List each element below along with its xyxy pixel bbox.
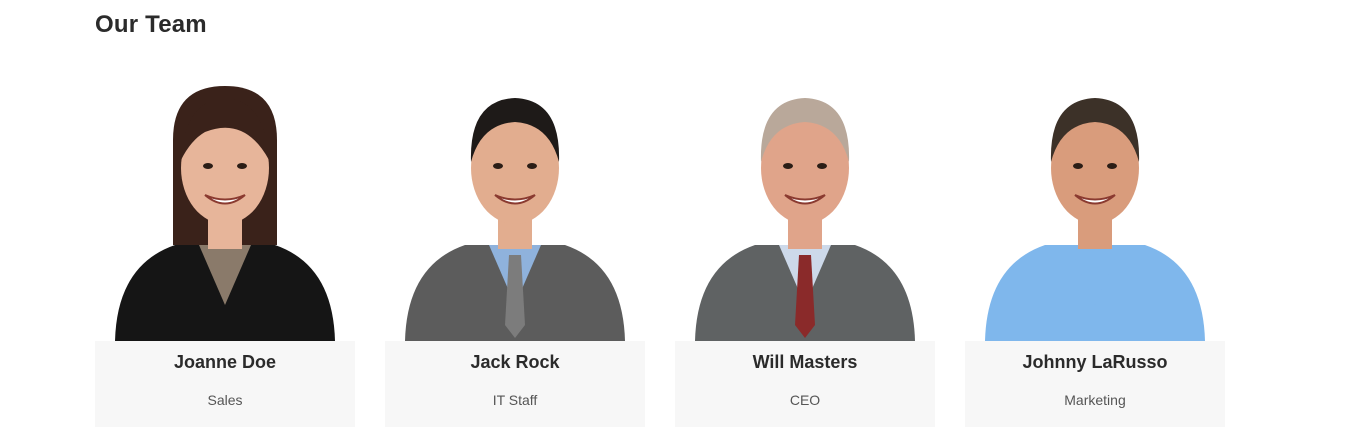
- member-photo: [385, 80, 645, 341]
- eye: [817, 163, 827, 169]
- member-photo: [965, 80, 1225, 341]
- member-photo: [95, 80, 355, 341]
- eye: [1107, 163, 1117, 169]
- eye: [493, 163, 503, 169]
- eye: [1073, 163, 1083, 169]
- member-role: Marketing: [1064, 392, 1126, 408]
- eye: [237, 163, 247, 169]
- team-grid: Joanne Doe Sales Jack Rock IT Staff Will…: [95, 80, 1225, 427]
- team-member-card[interactable]: Jack Rock IT Staff: [385, 80, 645, 427]
- team-member-card[interactable]: Will Masters CEO: [675, 80, 935, 427]
- member-name: Jack Rock: [470, 352, 560, 372]
- eye: [783, 163, 793, 169]
- member-name: Will Masters: [752, 352, 858, 372]
- portrait-image: [405, 98, 625, 341]
- portrait-image: [115, 86, 335, 341]
- eye: [527, 163, 537, 169]
- member-name: Johnny LaRusso: [1022, 352, 1168, 372]
- member-name: Joanne Doe: [173, 352, 277, 372]
- eye: [203, 163, 213, 169]
- member-info: Joanne Doe Sales: [95, 341, 355, 427]
- member-info: Jack Rock IT Staff: [385, 341, 645, 427]
- section-title: Our Team: [95, 11, 207, 38]
- member-info: Johnny LaRusso Marketing: [965, 341, 1225, 427]
- member-role: CEO: [789, 392, 821, 408]
- member-role: Sales: [207, 392, 243, 408]
- team-member-card[interactable]: Joanne Doe Sales: [95, 80, 355, 427]
- member-photo: [675, 80, 935, 341]
- member-info: Will Masters CEO: [675, 341, 935, 427]
- team-member-card[interactable]: Johnny LaRusso Marketing: [965, 80, 1225, 427]
- portrait-image: [985, 98, 1205, 341]
- portrait-image: [695, 98, 915, 341]
- member-role: IT Staff: [492, 392, 538, 408]
